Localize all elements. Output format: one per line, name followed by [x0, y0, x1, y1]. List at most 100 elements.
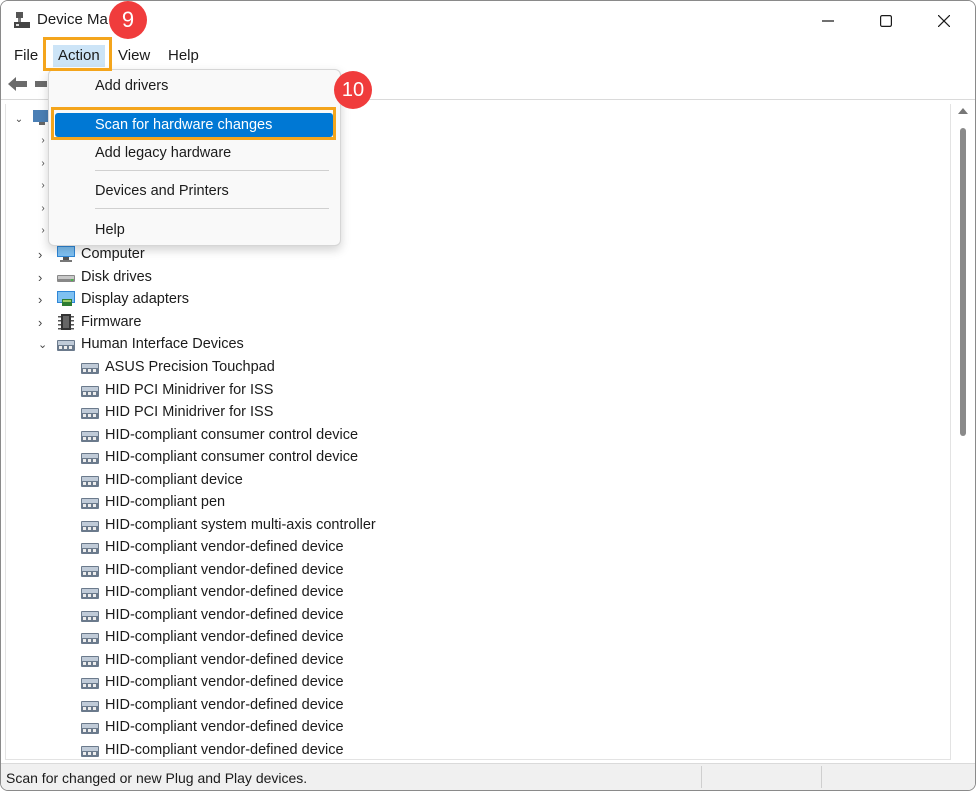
vertical-scrollbar[interactable]	[953, 104, 973, 759]
tree-item-disk-drives[interactable]: › Disk drives	[38, 266, 152, 288]
hid-device-label: HID PCI Minidriver for ISS	[105, 381, 274, 398]
menu-help[interactable]: Help	[164, 45, 203, 67]
hid-device-label: HID-compliant vendor-defined device	[105, 674, 344, 690]
tree-item-label: Display adapters	[81, 291, 189, 307]
hid-device-icon	[81, 700, 99, 712]
chevron-right-icon[interactable]: ›	[38, 203, 48, 214]
forward-arrow-icon[interactable]	[35, 77, 47, 91]
menu-file[interactable]: File	[10, 45, 42, 67]
hid-device-label: HID-compliant system multi-axis controll…	[105, 516, 376, 533]
hid-device-row[interactable]: HID PCI Minidriver for ISS	[80, 401, 273, 423]
hid-device-icon	[81, 723, 99, 734]
hid-device-icon	[81, 363, 99, 374]
hid-device-row[interactable]: HID-compliant vendor-defined device	[80, 694, 344, 716]
tree-item-display-adapters[interactable]: › Display adapters	[38, 288, 189, 310]
hid-device-row[interactable]: HID-compliant vendor-defined device	[80, 626, 344, 648]
hid-device-label: HID-compliant vendor-defined device	[105, 561, 344, 578]
hid-device-label: HID-compliant vendor-defined device	[105, 629, 344, 645]
hid-device-row[interactable]: HID-compliant pen	[80, 491, 225, 513]
hid-device-icon	[81, 565, 99, 577]
hid-icon	[57, 340, 75, 351]
chevron-right-icon[interactable]: ›	[38, 315, 56, 330]
hid-device-label: HID-compliant vendor-defined device	[105, 741, 344, 758]
hid-device-row[interactable]: ASUS Precision Touchpad	[80, 356, 275, 378]
chevron-down-icon[interactable]: ⌄	[38, 338, 56, 351]
hid-device-icon	[81, 655, 99, 667]
minimize-icon	[822, 20, 834, 22]
tree-item-computer[interactable]: › Computer	[38, 243, 145, 265]
hid-device-icon	[81, 385, 99, 397]
hid-device-row[interactable]: HID-compliant vendor-defined device	[80, 604, 344, 626]
hid-device-icon	[81, 745, 99, 757]
hid-device-icon	[81, 678, 99, 689]
hid-device-row[interactable]: HID PCI Minidriver for ISS	[80, 379, 273, 401]
hid-device-row[interactable]: HID-compliant vendor-defined device	[80, 716, 344, 738]
hid-device-row[interactable]: HID-compliant consumer control device	[80, 446, 358, 468]
menu-item-add-legacy-hardware[interactable]: Add legacy hardware	[55, 141, 333, 165]
hid-device-row[interactable]: HID-compliant vendor-defined device	[80, 671, 344, 693]
hid-device-row[interactable]: HID-compliant vendor-defined device	[80, 536, 344, 558]
hid-device-label: HID-compliant vendor-defined device	[105, 539, 344, 555]
chevron-right-icon[interactable]: ›	[38, 180, 48, 191]
hid-device-label: HID PCI Minidriver for ISS	[105, 404, 274, 420]
hid-device-row[interactable]: HID-compliant vendor-defined device	[80, 739, 344, 760]
menu-item-help[interactable]: Help	[55, 218, 333, 242]
hid-device-label: HID-compliant pen	[105, 494, 226, 510]
tree-item-firmware[interactable]: › Firmware	[38, 311, 141, 333]
computer-icon	[57, 246, 75, 262]
tree-item-label: Disk drives	[81, 269, 152, 285]
chevron-right-icon[interactable]: ›	[38, 135, 48, 146]
maximize-button[interactable]	[863, 1, 909, 41]
hid-device-icon	[81, 498, 99, 509]
hid-device-label: HID-compliant vendor-defined device	[105, 651, 344, 668]
menu-separator	[95, 208, 329, 209]
back-arrow-icon[interactable]	[7, 75, 29, 93]
scroll-up-arrow-icon[interactable]	[958, 108, 968, 114]
menu-item-add-drivers[interactable]: Add drivers	[55, 74, 333, 98]
chevron-right-icon[interactable]: ›	[38, 247, 56, 262]
chevron-right-icon[interactable]: ›	[38, 292, 56, 307]
hid-device-row[interactable]: HID-compliant vendor-defined device	[80, 649, 344, 671]
hid-device-label: HID-compliant vendor-defined device	[105, 719, 344, 735]
highlight-box-action-menu	[43, 37, 112, 71]
menu-item-devices-and-printers[interactable]: Devices and Printers	[55, 179, 333, 203]
hid-device-icon	[81, 588, 99, 599]
hid-device-row[interactable]: HID-compliant vendor-defined device	[80, 581, 344, 603]
chevron-right-icon[interactable]: ›	[38, 270, 56, 285]
menu-view[interactable]: View	[114, 45, 154, 67]
hid-device-icon	[81, 633, 99, 644]
tree-item-human-interface-devices[interactable]: ⌄ Human Interface Devices	[38, 333, 244, 355]
step-badge-10: 10	[334, 71, 372, 109]
close-icon	[938, 15, 950, 27]
window-title: Device Ma	[37, 11, 108, 28]
hid-device-label: HID-compliant device	[105, 471, 243, 488]
chevron-right-icon[interactable]: ›	[38, 158, 48, 169]
firmware-icon	[58, 314, 74, 330]
hid-device-icon	[81, 475, 99, 487]
highlight-box-scan-item	[51, 107, 336, 140]
chevron-down-icon[interactable]: ⌄	[14, 114, 24, 125]
hid-device-label: HID-compliant vendor-defined device	[105, 696, 344, 713]
menu-separator	[95, 170, 329, 171]
status-divider	[701, 766, 702, 788]
hid-device-row[interactable]: HID-compliant device	[80, 469, 243, 491]
action-menu-dropdown: Add drivers Scan for hardware changes Ad…	[48, 69, 341, 246]
hid-device-label: HID-compliant vendor-defined device	[105, 606, 344, 623]
hid-device-row[interactable]: HID-compliant consumer control device	[80, 424, 358, 446]
status-text: Scan for changed or new Plug and Play de…	[6, 770, 308, 786]
chevron-right-icon[interactable]: ›	[38, 225, 48, 236]
tree-item-label: Firmware	[81, 314, 142, 330]
close-button[interactable]	[921, 1, 967, 41]
scrollbar-thumb[interactable]	[960, 128, 966, 436]
maximize-icon	[880, 15, 892, 27]
hid-device-row[interactable]: HID-compliant vendor-defined device	[80, 559, 344, 581]
device-manager-window: Device Ma File Action View Help ⌄ › › › …	[0, 0, 976, 791]
hid-device-icon	[81, 610, 99, 622]
minimize-button[interactable]	[805, 1, 851, 41]
disk-drive-icon	[57, 275, 75, 282]
title-bar[interactable]: Device Ma	[1, 1, 975, 41]
hid-device-row[interactable]: HID-compliant system multi-axis controll…	[80, 514, 376, 536]
display-adapter-icon	[57, 291, 75, 306]
hid-device-label: HID-compliant vendor-defined device	[105, 584, 344, 600]
hid-device-icon	[81, 520, 99, 532]
